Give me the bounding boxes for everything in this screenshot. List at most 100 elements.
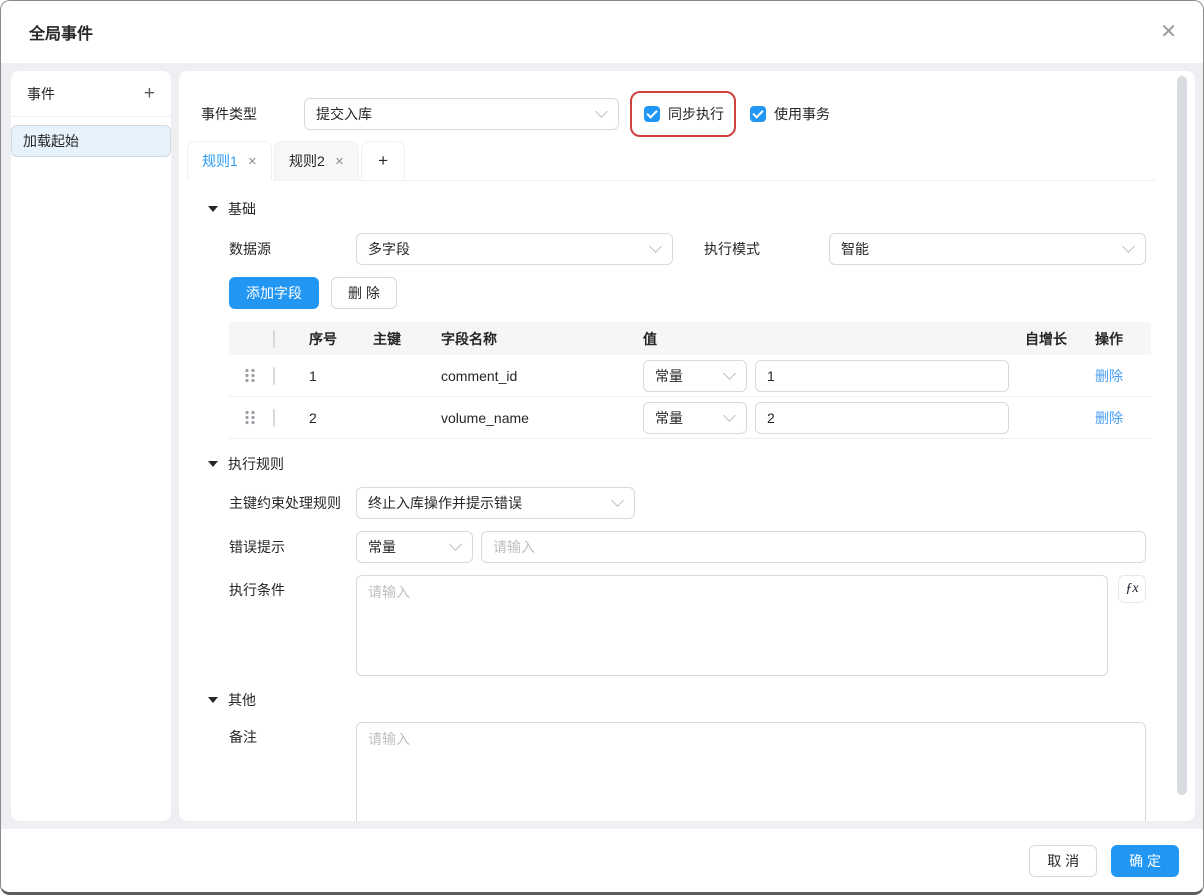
chevron-down-icon [1122,240,1135,253]
field-buttons-row: 添加字段 删 除 [229,277,1195,309]
caret-down-icon [208,697,218,703]
exec-condition-label: 执行条件 [229,580,356,600]
event-type-value: 提交入库 [316,104,372,124]
tab-rule-1[interactable]: 规则1 ✕ [187,141,272,181]
chevron-down-icon [595,105,608,118]
sync-exec-checkbox[interactable] [644,106,660,122]
drag-handle-icon[interactable] [244,368,255,383]
sync-exec-checkbox-item[interactable]: 同步执行 [644,104,724,124]
table-row: 2 volume_name 常量 删除 [229,397,1151,439]
remark-label: 备注 [229,727,356,747]
add-rule-tab-button[interactable]: + [361,141,405,181]
select-all-checkbox[interactable] [273,330,275,348]
section-basic-header[interactable]: 基础 [208,201,1195,217]
section-exec-rules-header[interactable]: 执行规则 [208,456,1195,472]
section-basic-title: 基础 [228,199,256,219]
exec-mode-label: 执行模式 [704,239,829,259]
delete-fields-button[interactable]: 删 除 [331,277,397,309]
tab-rule-1-close-icon[interactable]: ✕ [248,155,257,168]
page-title: 全局事件 [29,20,93,44]
tab-rule-2-close-icon[interactable]: ✕ [335,155,344,168]
main-panel: 事件类型 提交入库 同步执行 使用事务 规则1 [179,71,1195,821]
row-checkbox[interactable] [273,367,275,385]
header-primary-key: 主键 [373,329,441,349]
value-type-select[interactable]: 常量 [643,360,747,392]
chevron-down-icon [611,494,624,507]
section-other-header[interactable]: 其他 [208,692,1195,708]
chevron-down-icon [723,409,736,422]
pk-rule-select[interactable]: 终止入库操作并提示错误 [356,487,635,519]
error-tip-row: 错误提示 常量 [229,531,1146,563]
exec-condition-textarea[interactable] [356,575,1108,676]
error-tip-type-value: 常量 [368,537,396,557]
header-auto-increment: 自增长 [1025,329,1095,349]
exec-mode-select[interactable]: 智能 [829,233,1146,265]
tab-rule-2[interactable]: 规则2 ✕ [274,141,359,181]
pk-rule-row: 主键约束处理规则 终止入库操作并提示错误 [229,487,1146,519]
remark-textarea[interactable] [356,722,1146,821]
sidebar-header: 事件 + [11,71,171,117]
modal-body: 事件 + 加载起始 事件类型 提交入库 同步执行 [1,63,1203,829]
sidebar-item-load-start[interactable]: 加载起始 [11,125,171,157]
drag-handle-icon[interactable] [244,410,255,425]
use-transaction-checkbox[interactable] [750,106,766,122]
section-exec-rules-title: 执行规则 [228,454,284,474]
header-action: 操作 [1095,329,1151,349]
row-checkbox[interactable] [273,409,275,427]
exec-condition-row: 执行条件 ƒx [229,575,1146,676]
close-icon[interactable]: ✕ [1160,22,1177,42]
error-tip-label: 错误提示 [229,537,356,557]
tab-rule-2-label: 规则2 [289,151,325,171]
sidebar-item-label: 加载起始 [23,131,79,151]
tab-rule-1-label: 规则1 [202,151,238,171]
delete-row-link[interactable]: 删除 [1095,410,1123,426]
delete-row-link[interactable]: 删除 [1095,368,1123,384]
table-header-row: 序号 主键 字段名称 值 自增长 操作 [229,322,1151,355]
sidebar: 事件 + 加载起始 [11,71,171,821]
header-index: 序号 [309,329,373,349]
header-value: 值 [643,329,1025,349]
sidebar-title: 事件 [27,84,55,104]
value-type-select[interactable]: 常量 [643,402,747,434]
field-name-cell: volume_name [441,410,643,426]
modal-footer: 取 消 确 定 [1,829,1203,892]
chevron-down-icon [449,538,462,551]
use-transaction-checkbox-item[interactable]: 使用事务 [750,104,830,124]
exec-mode-value: 智能 [841,239,869,259]
data-source-label: 数据源 [229,239,356,259]
add-event-icon[interactable]: + [144,84,155,103]
sync-exec-label: 同步执行 [668,104,724,124]
data-source-select[interactable]: 多字段 [356,233,673,265]
table-row: 1 comment_id 常量 删除 [229,355,1151,397]
error-tip-input[interactable] [481,531,1146,563]
add-field-button[interactable]: 添加字段 [229,277,319,309]
pk-rule-value: 终止入库操作并提示错误 [368,493,522,513]
cancel-button[interactable]: 取 消 [1029,845,1097,877]
event-type-row: 事件类型 提交入库 同步执行 使用事务 [201,98,1195,130]
remark-row: 备注 [229,722,1146,821]
error-tip-type-select[interactable]: 常量 [356,531,473,563]
header-field-name: 字段名称 [441,329,643,349]
event-type-label: 事件类型 [201,104,304,124]
event-type-select[interactable]: 提交入库 [304,98,619,130]
fx-formula-button[interactable]: ƒx [1118,575,1146,603]
global-event-modal: 全局事件 ✕ 事件 + 加载起始 事件类型 提交入库 [0,0,1204,895]
pk-rule-label: 主键约束处理规则 [229,493,356,513]
confirm-button[interactable]: 确 定 [1111,845,1179,877]
chevron-down-icon [723,367,736,380]
rules-tab-bar: 规则1 ✕ 规则2 ✕ + [187,141,1155,181]
fields-table: 序号 主键 字段名称 值 自增长 操作 1 comment_id 常量 [229,322,1151,439]
caret-down-icon [208,461,218,467]
value-input[interactable] [755,360,1009,392]
field-name-cell: comment_id [441,368,643,384]
scrollbar-thumb[interactable] [1177,76,1187,795]
chevron-down-icon [649,240,662,253]
modal-header: 全局事件 ✕ [1,1,1203,63]
data-source-row: 数据源 多字段 执行模式 智能 [229,233,1146,265]
section-other-title: 其他 [228,690,256,710]
use-transaction-label: 使用事务 [774,104,830,124]
data-source-value: 多字段 [368,239,410,259]
row-index: 2 [309,410,373,426]
value-input[interactable] [755,402,1009,434]
caret-down-icon [208,206,218,212]
